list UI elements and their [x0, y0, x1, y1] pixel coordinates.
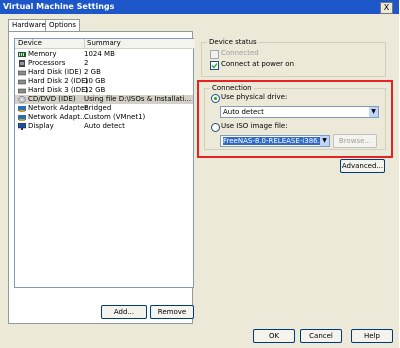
device-name: Hard Disk 2 (IDE) — [28, 77, 89, 85]
device-row-memory[interactable]: Memory 1024 MB — [15, 50, 193, 59]
tab-options[interactable]: Options — [45, 19, 81, 31]
highlight-box — [197, 80, 393, 158]
device-name: Network Adapter — [28, 104, 88, 112]
device-row-hard-disk[interactable]: Hard Disk (IDE) 2 GB — [15, 68, 193, 77]
device-summary: Custom (VMnet1) — [84, 113, 146, 121]
cancel-button-label: Cancel — [309, 332, 333, 340]
remove-button-label: Remove — [157, 308, 187, 316]
help-button-label: Help — [364, 332, 380, 340]
checkmark-icon — [211, 63, 218, 69]
device-row-network-adapter[interactable]: Network Adapter Bridged — [15, 104, 193, 113]
device-name: Display — [28, 122, 54, 130]
ok-button[interactable]: OK — [253, 329, 295, 343]
help-button[interactable]: Help — [351, 329, 393, 343]
connected-checkbox[interactable] — [210, 50, 219, 59]
hard-disk-icon — [17, 78, 27, 85]
close-button[interactable]: X — [380, 2, 393, 14]
device-summary: 10 GB — [84, 77, 106, 85]
network-adapter-icon — [18, 114, 26, 121]
device-summary: Using file D:\ISOs & Installati... — [84, 95, 192, 103]
processor-icon — [18, 60, 26, 67]
advanced-button[interactable]: Advanced... — [340, 159, 385, 173]
cancel-button[interactable]: Cancel — [300, 329, 342, 343]
network-adapter-icon — [18, 105, 26, 112]
column-header-device[interactable]: Device — [15, 39, 85, 49]
device-row-hard-disk-2[interactable]: Hard Disk 2 (IDE) 10 GB — [15, 77, 193, 86]
column-header-device-label: Device — [18, 39, 42, 47]
hard-disk-icon — [17, 69, 27, 76]
device-summary: Auto detect — [84, 122, 125, 130]
hard-disk-icon — [17, 87, 27, 94]
window-title: Virtual Machine Settings — [3, 2, 115, 11]
device-name: Hard Disk 3 (IDE) — [28, 86, 89, 94]
device-row-hard-disk-3[interactable]: Hard Disk 3 (IDE) 12 GB — [15, 86, 193, 95]
device-row-cd-dvd[interactable]: CD/DVD (IDE) Using file D:\ISOs & Instal… — [15, 95, 193, 104]
device-name: Processors — [28, 59, 66, 67]
connected-label: Connected — [221, 49, 259, 57]
device-name: Network Adapt... — [28, 113, 87, 121]
device-summary: 2 — [84, 59, 89, 67]
device-row-processors[interactable]: Processors 2 — [15, 59, 193, 68]
connect-at-power-on-checkbox[interactable] — [210, 61, 219, 70]
device-summary: Bridged — [84, 104, 112, 112]
cd-dvd-icon — [18, 95, 26, 104]
device-summary: 12 GB — [84, 86, 106, 94]
device-list[interactable]: Device Summary Memory 1024 MB Processors… — [14, 38, 195, 288]
memory-icon — [18, 51, 26, 58]
device-row-display[interactable]: Display Auto detect — [15, 122, 193, 131]
tab-options-label: Options — [49, 21, 77, 29]
add-button-label: Add... — [113, 308, 135, 316]
add-button[interactable]: Add... — [101, 305, 147, 319]
advanced-button-label: Advanced... — [341, 162, 384, 170]
device-status-title: Device status — [207, 38, 259, 47]
ok-button-label: OK — [268, 332, 280, 340]
column-header-summary[interactable]: Summary — [85, 39, 195, 49]
device-name: CD/DVD (IDE) — [28, 95, 76, 103]
device-summary: 2 GB — [84, 68, 101, 76]
remove-button[interactable]: Remove — [150, 305, 194, 319]
column-header-summary-label: Summary — [87, 39, 121, 47]
settings-window: Virtual Machine Settings X Hardware Opti… — [0, 0, 399, 348]
title-bar[interactable]: Virtual Machine Settings X — [0, 0, 399, 14]
display-icon — [17, 122, 27, 130]
device-name: Memory — [28, 50, 57, 58]
tab-hardware-label: Hardware — [12, 21, 46, 29]
device-summary: 1024 MB — [84, 50, 115, 58]
close-icon: X — [383, 3, 390, 12]
device-row-network-adapter-2[interactable]: Network Adapt... Custom (VMnet1) — [15, 113, 193, 122]
device-name: Hard Disk (IDE) — [28, 68, 82, 76]
connect-at-power-on-label: Connect at power on — [221, 60, 295, 68]
